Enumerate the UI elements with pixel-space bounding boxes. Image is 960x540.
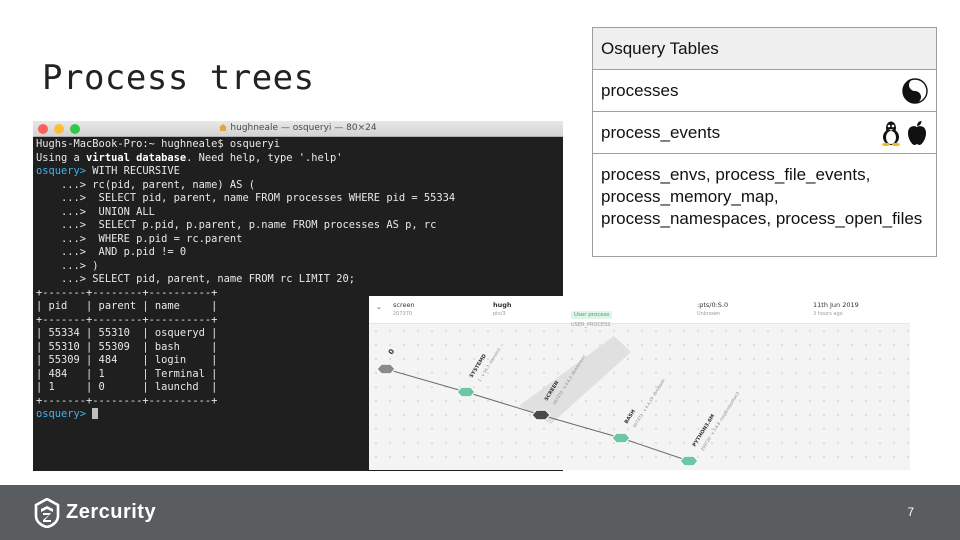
- terminal-line: ...> WHERE p.pid = rc.parent: [36, 232, 243, 245]
- tables-header: Osquery Tables: [593, 28, 936, 70]
- table-row-label: process_envs, process_file_events, proce…: [601, 165, 923, 228]
- page-number: 7: [907, 505, 914, 519]
- terminal-cursor: [92, 408, 99, 419]
- process-tree-graph[interactable]: ⌄ screen 207370 hugh pts/3 User process …: [369, 296, 910, 470]
- table-row-process-misc: process_envs, process_file_events, proce…: [593, 154, 936, 256]
- home-folder-icon: [219, 124, 228, 131]
- terminal-title: hughneale — osqueryi — 80×24: [230, 123, 377, 133]
- terminal-line: ...> UNION ALL: [36, 205, 155, 218]
- footer-bar: Zercurity 7: [0, 485, 960, 540]
- process-node[interactable]: PYTHON3.6M209726 · v 3.6.8 ·/usr/bin/pyt…: [679, 390, 740, 467]
- osquery-tables: Osquery Tables processes process_events: [592, 27, 937, 257]
- table-row-label: processes: [601, 81, 679, 100]
- process-node-hexagon[interactable]: [679, 455, 699, 467]
- terminal-line: Hughs-MacBook-Pro:~ hughneale$ osqueryi: [36, 138, 280, 150]
- process-node-sublabel: 207372 · v 4.4.19 ·/bin/bash: [632, 378, 666, 429]
- process-tree-canvas[interactable]: 0SYSTEMD1 · v 16.3 ·/sbin/initSCREEN2073…: [369, 296, 910, 470]
- table-row-process-events: process_events: [593, 112, 936, 154]
- tree-edge: [540, 414, 622, 439]
- process-node-label: 0: [387, 348, 396, 356]
- tree-edge: [385, 368, 467, 393]
- process-node[interactable]: SYSTEMD1 · v 16.3 ·/sbin/init: [456, 347, 502, 398]
- process-node[interactable]: BASH207372 · v 4.4.19 ·/bin/bash: [611, 378, 666, 444]
- process-node-hexagon[interactable]: [376, 363, 396, 375]
- linux-tux-icon: [882, 121, 900, 146]
- terminal-line: ...> AND p.pid != 0: [36, 246, 187, 258]
- terminal-line: ...> ): [36, 259, 99, 272]
- slide-title: Process trees: [42, 58, 315, 98]
- yin-yang-icon: [902, 78, 928, 104]
- terminal-line: ...> SELECT pid, parent, name FROM rc LI…: [36, 273, 356, 285]
- terminal-titlebar: hughneale — osqueryi — 80×24: [33, 121, 563, 137]
- footer-brand: Zercurity: [66, 501, 157, 523]
- terminal-line: osquery> WITH RECURSIVE: [36, 165, 180, 177]
- process-node[interactable]: 0: [376, 348, 396, 375]
- table-row-label: process_events: [601, 123, 721, 142]
- terminal-line: ...> rc(pid, parent, name) AS (: [36, 178, 255, 191]
- process-node-hexagon[interactable]: [456, 386, 476, 398]
- terminal-line: Using a virtual database. Need help, typ…: [36, 151, 343, 164]
- process-node-hexagon[interactable]: [611, 432, 631, 444]
- process-node-hexagon[interactable]: [531, 409, 551, 421]
- terminal-line: ...> SELECT p.pid, p.parent, p.name FROM…: [36, 219, 437, 231]
- zercurity-shield-logo-icon: [34, 498, 60, 528]
- tree-edge: [620, 437, 690, 462]
- apple-icon: [908, 121, 926, 145]
- terminal-line: ...> SELECT pid, parent, name FROM proce…: [36, 192, 456, 204]
- table-row-processes: processes: [593, 70, 936, 112]
